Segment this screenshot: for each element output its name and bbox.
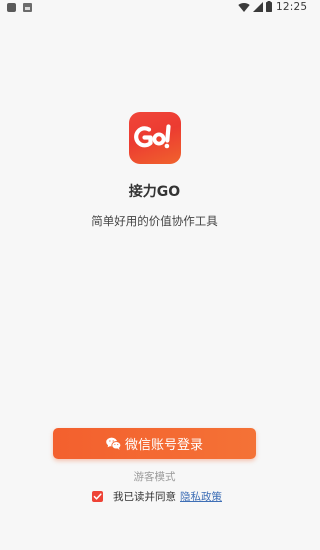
battery-icon [266,1,272,12]
image-notification-icon [23,3,32,12]
agree-checkbox[interactable] [92,490,103,502]
cell-signal-icon [253,2,263,12]
checkmark-icon [93,492,102,500]
wechat-icon [106,437,121,450]
agreement-row: 我已读并同意 隐私政策 [92,489,222,503]
wechat-login-label: 微信账号登录 [124,438,203,453]
privacy-policy-link[interactable]: 隐私政策 [180,489,222,504]
agreement-text: 我已读并同意 [113,490,176,503]
app-tagline: 简单好用的价值协作工具 [91,214,218,228]
app-logo [129,112,181,164]
wifi-icon [238,2,250,12]
logo-mark [134,124,171,149]
app-name: 接力GO [128,184,181,200]
app-notification-icon [7,3,16,12]
status-bar: 12:25 [0,0,309,17]
wechat-login-button[interactable]: 微信账号登录 [53,428,256,459]
status-time: 12:25 [276,1,308,13]
guest-mode-link[interactable]: 游客模式 [0,469,309,484]
